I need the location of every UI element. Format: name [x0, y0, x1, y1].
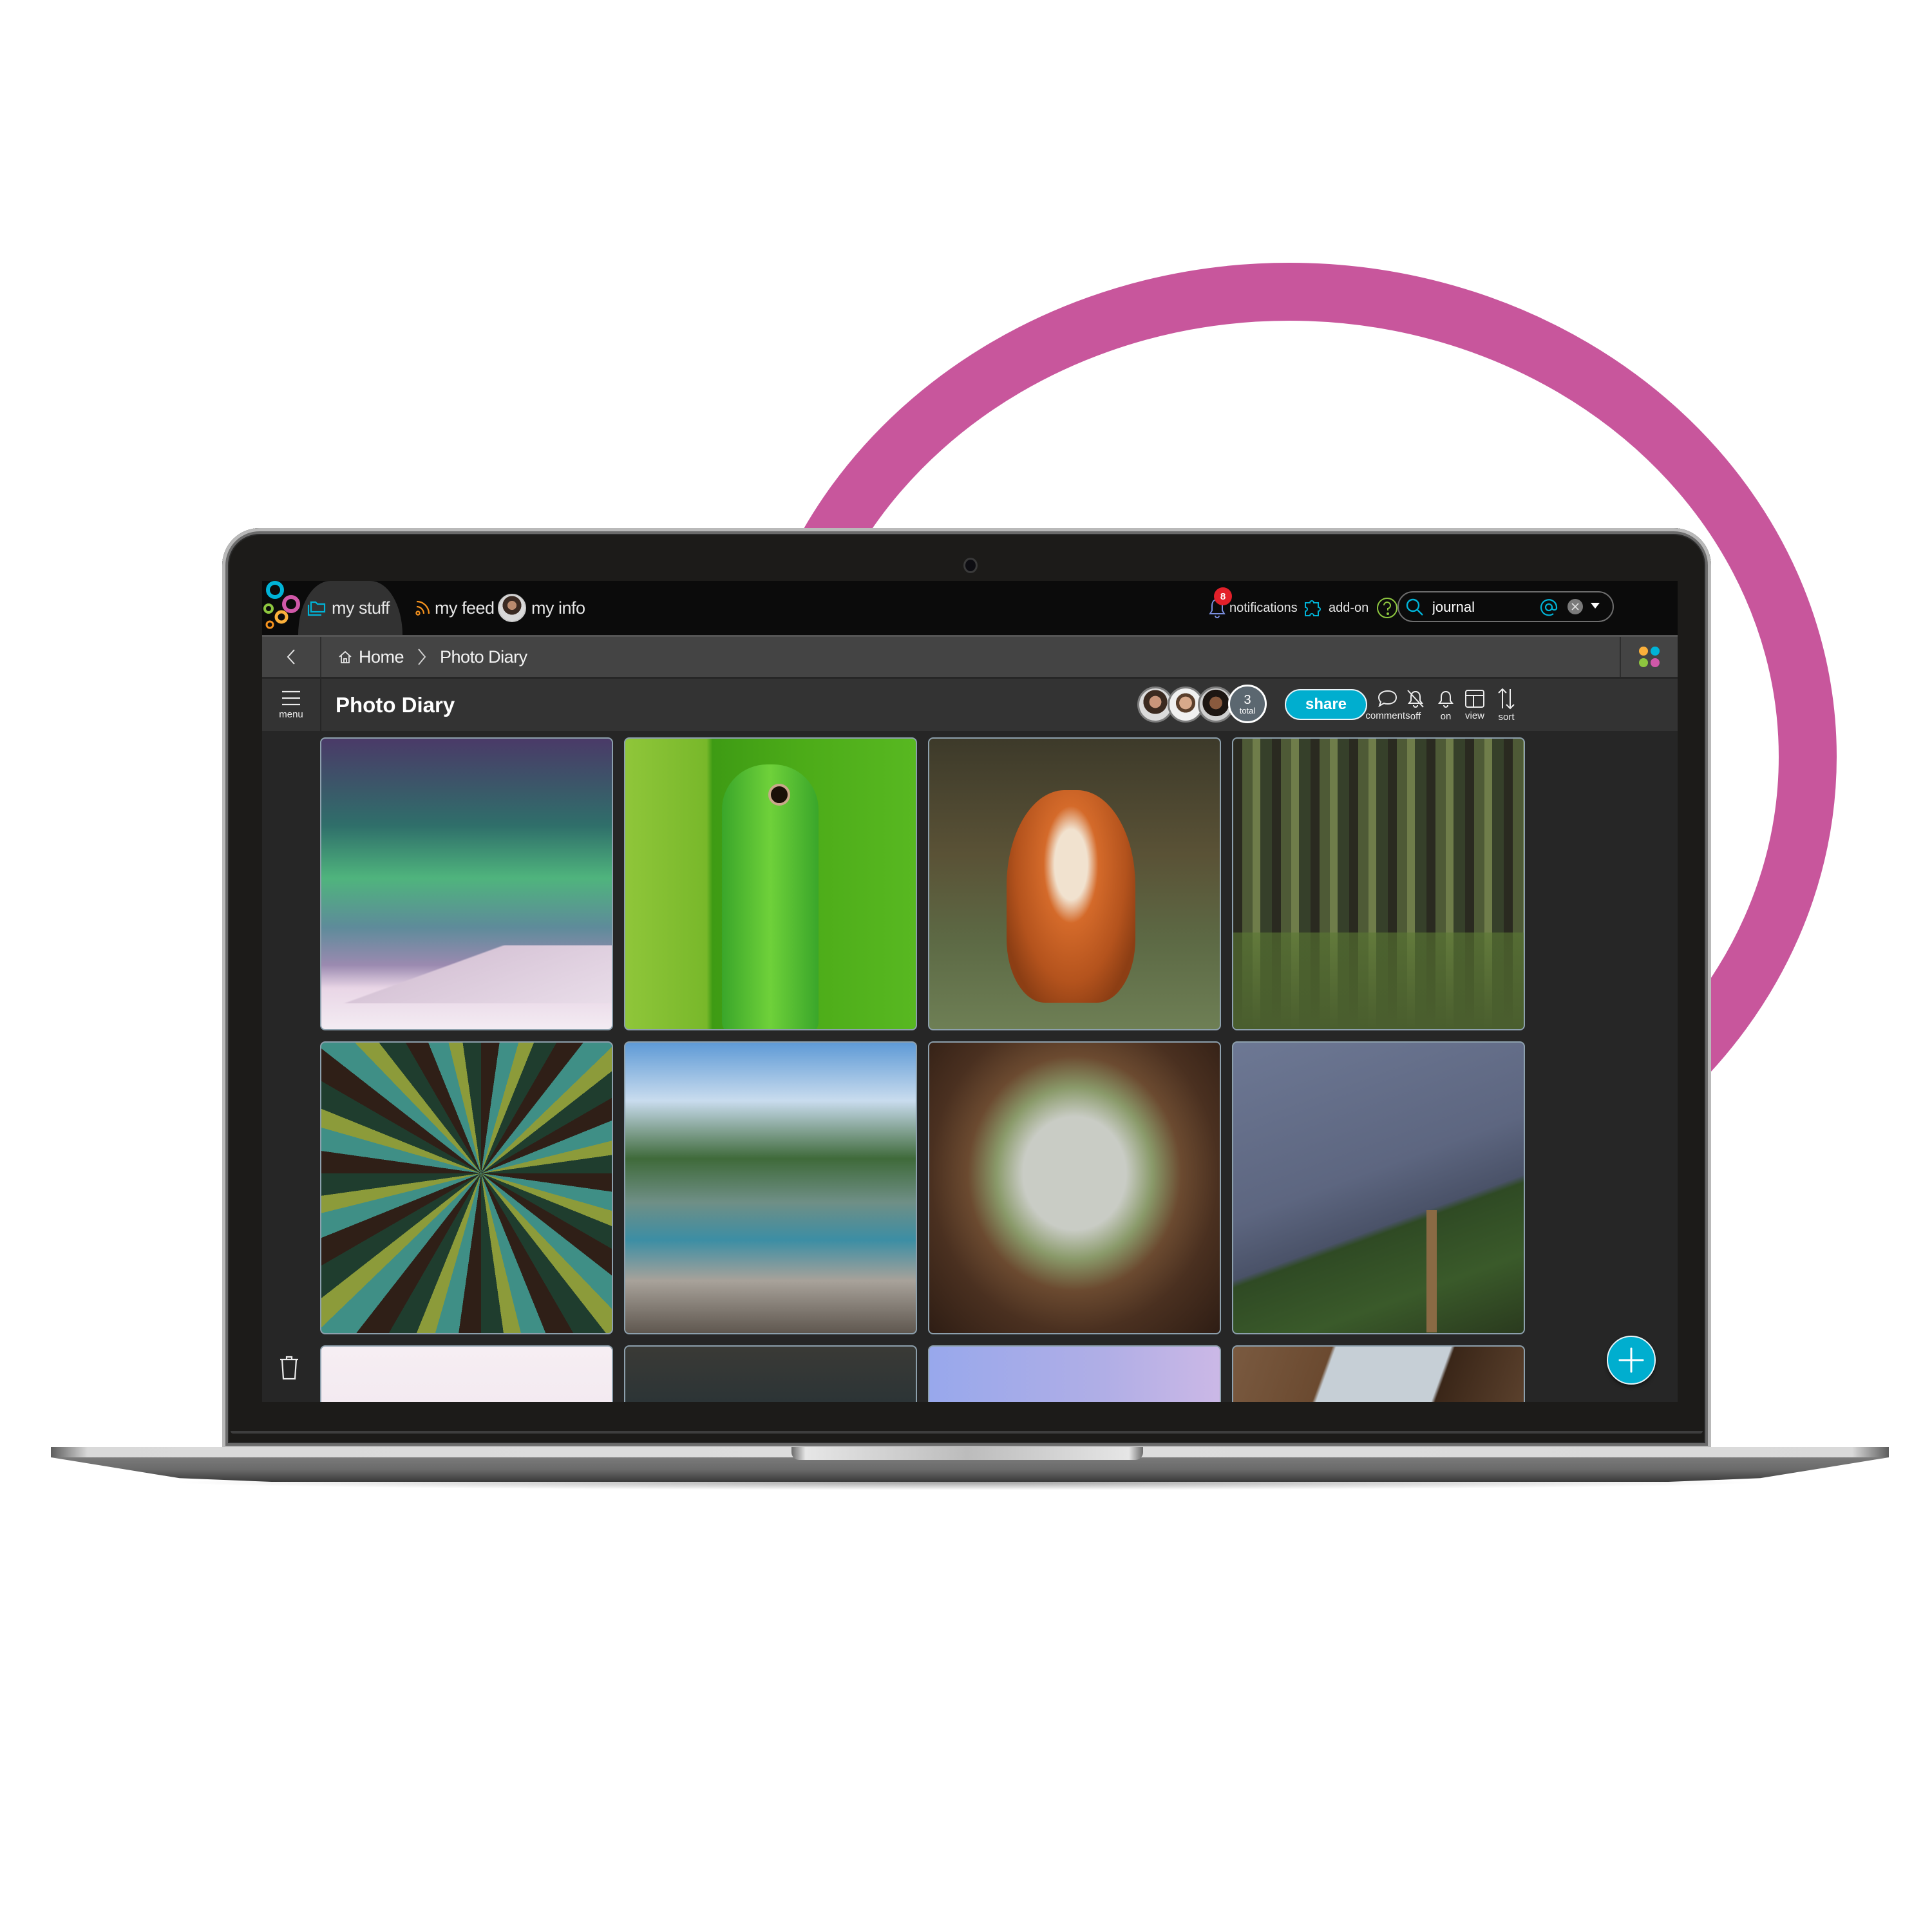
- laptop-hinge-notch: [791, 1447, 1143, 1460]
- folder-icon: [307, 601, 326, 616]
- profile-avatar: [498, 594, 526, 622]
- tab-label: my feed: [435, 598, 495, 618]
- search-input[interactable]: [1431, 596, 1543, 618]
- sort-icon: [1498, 688, 1515, 709]
- photo-detail: [768, 784, 790, 806]
- trash-icon[interactable]: [278, 1354, 301, 1380]
- top-nav: my stuff my feed my info notifications 8…: [262, 581, 1678, 635]
- tab-label: my stuff: [332, 598, 390, 618]
- rss-icon: [415, 600, 430, 616]
- breadcrumb: Home Photo Diary: [338, 637, 527, 677]
- photo-tile[interactable]: [928, 1345, 1221, 1402]
- photo-tile[interactable]: [928, 737, 1221, 1030]
- photo-tile[interactable]: [1232, 1041, 1525, 1334]
- help-icon: [1377, 598, 1397, 618]
- photo-tile[interactable]: [1232, 737, 1525, 1030]
- photo-tile[interactable]: [624, 737, 917, 1030]
- plus-icon: [1618, 1347, 1644, 1373]
- breadcrumb-current: Photo Diary: [440, 647, 527, 667]
- tab-my-stuff[interactable]: my stuff: [307, 581, 390, 635]
- laptop-base: [51, 1457, 1889, 1482]
- notifications-label: notifications: [1229, 600, 1298, 615]
- sort-button[interactable]: sort: [1481, 679, 1532, 731]
- dropdown-caret-icon[interactable]: [1591, 603, 1600, 609]
- hamburger-icon: [282, 690, 300, 706]
- member-count-value: 3: [1244, 692, 1251, 707]
- tab-my-feed[interactable]: my feed: [415, 581, 495, 635]
- puzzle-icon: [1305, 600, 1321, 616]
- search-box: [1397, 591, 1614, 622]
- photo-detail: [722, 764, 819, 1029]
- add-button[interactable]: [1607, 1336, 1656, 1385]
- breadcrumb-home[interactable]: Home: [359, 647, 404, 667]
- photo-tile[interactable]: [624, 1041, 917, 1334]
- app-screen: my stuff my feed my info notifications 8…: [262, 581, 1678, 1402]
- photo-tile[interactable]: [320, 737, 613, 1030]
- tab-label: my info: [531, 598, 585, 618]
- apps-grid-icon: [1639, 647, 1660, 667]
- apps-button[interactable]: [1620, 637, 1678, 677]
- left-sidebar: [262, 731, 320, 1402]
- photo-tile[interactable]: [320, 1041, 613, 1334]
- member-count-label: total: [1239, 705, 1256, 715]
- add-on-label: add-on: [1329, 600, 1369, 615]
- title-bar: menu Photo Diary 3 total share comments …: [262, 677, 1678, 731]
- back-button[interactable]: [262, 637, 321, 677]
- tab-my-info[interactable]: my info: [498, 581, 585, 635]
- mention-icon[interactable]: [1539, 598, 1558, 617]
- member-count[interactable]: 3 total: [1228, 685, 1267, 723]
- photo-tile[interactable]: [624, 1345, 917, 1402]
- notifications-button[interactable]: notifications 8: [1209, 581, 1298, 635]
- clear-search-button[interactable]: [1567, 599, 1583, 614]
- add-on-button[interactable]: add-on: [1303, 581, 1368, 635]
- chevron-right-icon: [418, 649, 426, 665]
- photo-detail: [1007, 790, 1135, 1003]
- photo-tile[interactable]: [1232, 1345, 1525, 1402]
- menu-label: menu: [279, 709, 303, 720]
- photo-detail: [1233, 933, 1524, 1029]
- tool-label: off: [1410, 710, 1421, 722]
- photo-tile[interactable]: [320, 1345, 613, 1402]
- webcam: [963, 558, 978, 573]
- page-title: Photo Diary: [336, 692, 455, 717]
- photo-detail: [1426, 1210, 1437, 1332]
- photo-detail: [321, 945, 612, 1003]
- tool-label: sort: [1498, 711, 1515, 723]
- photo-tile[interactable]: [928, 1041, 1221, 1334]
- close-icon: [1571, 603, 1579, 611]
- bezel-edge: [231, 1431, 1703, 1434]
- home-icon: [339, 650, 352, 663]
- notification-count-badge: 8: [1214, 587, 1232, 605]
- breadcrumb-bar: Home Photo Diary: [262, 635, 1678, 677]
- share-button[interactable]: share: [1285, 689, 1367, 720]
- search-icon: [1406, 598, 1423, 616]
- chevron-left-icon: [287, 649, 295, 665]
- menu-button[interactable]: menu: [262, 679, 321, 731]
